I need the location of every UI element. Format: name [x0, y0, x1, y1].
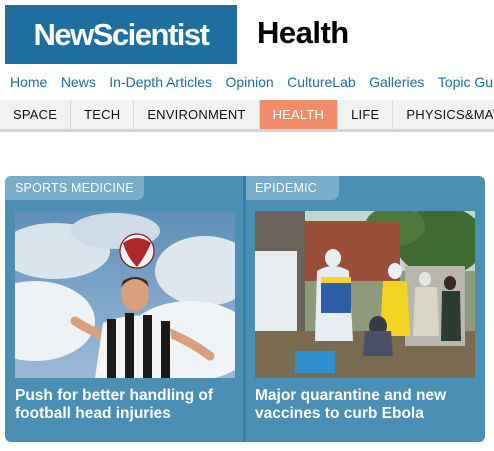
ebola-photo-art [255, 211, 475, 378]
nav-link-home[interactable]: Home [10, 72, 47, 92]
featured-stories-panel: SPORTS MEDICINE Push for better handling… [5, 176, 485, 442]
tab-tech[interactable]: TECH [71, 100, 135, 129]
footballer-heading-ball-photo[interactable] [15, 211, 235, 378]
story-headline[interactable]: Major quarantine and new vaccines to cur… [255, 387, 480, 423]
logo-text: NewScientist [33, 16, 210, 52]
tab-health[interactable]: HEALTH [259, 100, 339, 129]
nav-link-topic-guides[interactable]: Topic Guides [438, 72, 494, 92]
category-badge[interactable]: EPIDEMIC [246, 176, 340, 200]
tab-environment[interactable]: ENVIRONMENT [134, 100, 260, 129]
nav-link-in-depth-articles[interactable]: In-Depth Articles [109, 72, 212, 92]
top-navigation: Home News In-Depth Articles Opinion Cult… [0, 72, 494, 92]
category-badge[interactable]: SPORTS MEDICINE [5, 176, 144, 200]
footballer-photo-art [15, 211, 235, 378]
tab-space[interactable]: SPACE [0, 100, 72, 129]
nav-link-galleries[interactable]: Galleries [369, 72, 424, 92]
page-title: Health [257, 15, 349, 50]
story-card-epidemic[interactable]: EPIDEMIC Major quarantine and new vaccin… [246, 176, 484, 442]
newscientist-logo[interactable]: NewScientist [5, 5, 237, 64]
nav-link-culturelab[interactable]: CultureLab [287, 72, 356, 92]
nav-link-news[interactable]: News [61, 72, 96, 92]
tab-life[interactable]: LIFE [338, 100, 394, 129]
tab-physics-math[interactable]: PHYSICS&MATH [393, 100, 494, 129]
story-card-sports-medicine[interactable]: SPORTS MEDICINE Push for better handling… [5, 176, 243, 442]
section-tab-bar: SPACE TECH ENVIRONMENT HEALTH LIFE PHYSICS&MA… [0, 100, 494, 132]
story-headline[interactable]: Push for better handling of football hea… [15, 387, 240, 423]
nav-link-opinion[interactable]: Opinion [225, 72, 273, 92]
ebola-health-workers-photo[interactable] [255, 211, 475, 378]
